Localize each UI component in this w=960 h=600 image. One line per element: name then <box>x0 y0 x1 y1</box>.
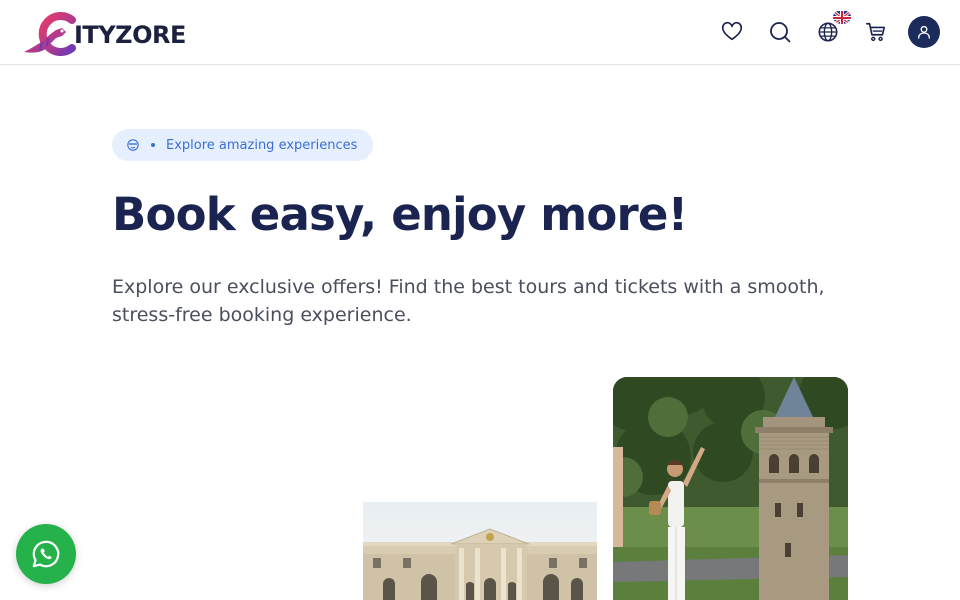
site-header: ITYZORE <box>0 0 960 65</box>
logo-wordmark: ITYZORE <box>74 20 186 49</box>
whatsapp-icon <box>32 540 60 568</box>
account-button[interactable] <box>908 16 940 48</box>
hero-badge: Explore amazing experiences <box>112 129 374 161</box>
uk-flag-icon <box>833 10 851 24</box>
search-button[interactable] <box>764 16 796 48</box>
palace-photo[interactable] <box>363 502 597 600</box>
hero-subtitle: Explore our exclusive offers! Find the b… <box>112 276 825 326</box>
cart-icon <box>866 22 886 42</box>
cart-button[interactable] <box>860 16 892 48</box>
globe-icon <box>818 22 838 42</box>
smiley-icon <box>126 138 140 152</box>
hero-title: Book easy, enjoy more! <box>112 188 688 241</box>
site-logo[interactable]: ITYZORE <box>22 10 197 56</box>
galata-tower-photo[interactable] <box>613 377 848 600</box>
wishlist-button[interactable] <box>716 16 748 48</box>
whatsapp-button[interactable] <box>16 524 76 584</box>
badge-dot <box>151 143 155 147</box>
search-icon <box>770 22 791 43</box>
heart-icon <box>721 21 743 41</box>
user-icon <box>918 25 930 39</box>
badge-label: Explore amazing experiences <box>166 137 358 153</box>
dinosaur-logo-icon <box>24 12 76 56</box>
